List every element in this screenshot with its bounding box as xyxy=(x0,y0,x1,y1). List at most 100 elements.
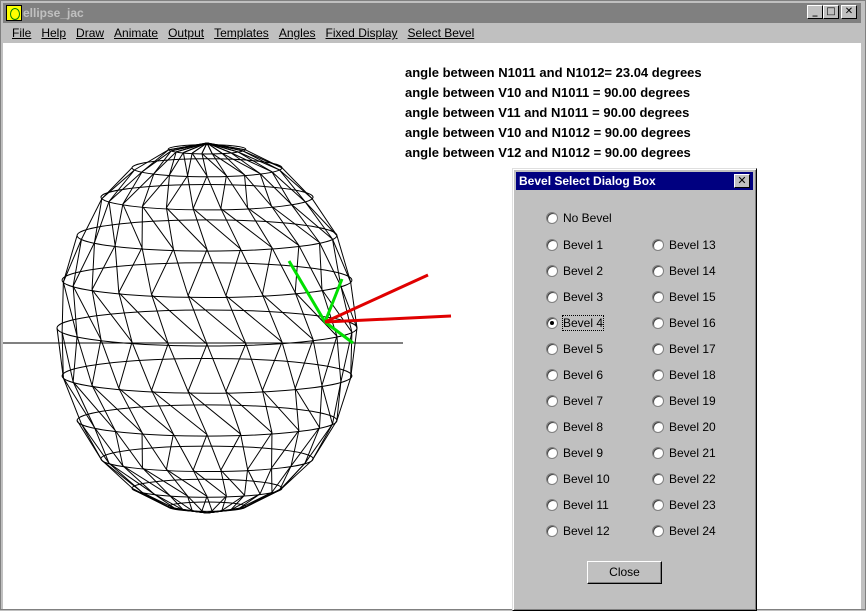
radio-circle[interactable] xyxy=(546,421,558,433)
mesh-line xyxy=(183,153,187,176)
radio-bevel-8[interactable]: Bevel 8 xyxy=(546,419,603,435)
radio-bevel-20[interactable]: Bevel 20 xyxy=(652,419,716,435)
radio-circle[interactable] xyxy=(546,395,558,407)
radio-no-bevel[interactable]: No Bevel xyxy=(546,210,612,226)
radio-circle[interactable] xyxy=(652,473,664,485)
mesh-line xyxy=(152,344,169,391)
mesh-line xyxy=(295,245,299,292)
radio-circle[interactable] xyxy=(652,369,664,381)
radio-bevel-21[interactable]: Bevel 21 xyxy=(652,445,716,461)
radio-bevel-22[interactable]: Bevel 22 xyxy=(652,471,716,487)
mesh-line xyxy=(119,388,174,434)
menu-help[interactable]: Help xyxy=(41,26,66,40)
mesh-line xyxy=(226,176,247,208)
title-bar[interactable]: ellipse_jac _ □ ✕ xyxy=(3,3,861,23)
radio-circle[interactable] xyxy=(546,369,558,381)
mesh-line xyxy=(92,385,142,432)
radio-circle[interactable] xyxy=(652,265,664,277)
mesh-line xyxy=(119,293,168,344)
mesh-line xyxy=(305,202,337,236)
radio-bevel-2[interactable]: Bevel 2 xyxy=(546,263,603,279)
menu-fixed-display[interactable]: Fixed Display xyxy=(326,26,398,40)
menu-draw[interactable]: Draw xyxy=(76,26,104,40)
radio-bevel-12[interactable]: Bevel 12 xyxy=(546,523,610,539)
mesh-line xyxy=(142,468,169,495)
dialog-close-button[interactable]: Close xyxy=(587,561,662,584)
radio-bevel-18[interactable]: Bevel 18 xyxy=(652,367,716,383)
mesh-line xyxy=(320,243,322,290)
mesh-line xyxy=(260,174,272,207)
radio-circle[interactable] xyxy=(546,265,558,277)
menu-output[interactable]: Output xyxy=(168,26,204,40)
radio-circle[interactable] xyxy=(652,317,664,329)
radio-circle[interactable] xyxy=(546,212,558,224)
app-icon[interactable] xyxy=(6,5,22,21)
menu-angles[interactable]: Angles xyxy=(279,26,316,40)
mesh-line xyxy=(188,153,193,175)
radio-bevel-15[interactable]: Bevel 15 xyxy=(652,289,716,305)
radio-bevel-13[interactable]: Bevel 13 xyxy=(652,237,716,253)
dialog-title: Bevel Select Dialog Box xyxy=(519,174,656,188)
mesh-line xyxy=(119,342,132,388)
angle-line-5: angle between V12 and N1012 = 90.00 degr… xyxy=(405,143,702,163)
mesh-line xyxy=(313,339,322,385)
radio-bevel-6[interactable]: Bevel 6 xyxy=(546,367,603,383)
radio-bevel-5[interactable]: Bevel 5 xyxy=(546,341,603,357)
radio-circle[interactable] xyxy=(652,239,664,251)
radio-bevel-19[interactable]: Bevel 19 xyxy=(652,393,716,409)
mesh-line xyxy=(168,344,188,392)
radio-bevel-16[interactable]: Bevel 16 xyxy=(652,315,716,331)
radio-bevel-4[interactable]: Bevel 4 xyxy=(546,315,603,331)
radio-bevel-1[interactable]: Bevel 1 xyxy=(546,237,603,253)
radio-circle[interactable] xyxy=(546,239,558,251)
radio-bevel-11[interactable]: Bevel 11 xyxy=(546,497,609,513)
radio-circle[interactable] xyxy=(546,473,558,485)
radio-bevel-9[interactable]: Bevel 9 xyxy=(546,445,603,461)
radio-circle[interactable] xyxy=(652,499,664,511)
radio-circle[interactable] xyxy=(652,447,664,459)
radio-circle[interactable] xyxy=(652,421,664,433)
radio-circle[interactable] xyxy=(652,291,664,303)
radio-circle[interactable] xyxy=(546,447,558,459)
mesh-line xyxy=(221,209,241,250)
dialog-title-bar[interactable]: Bevel Select Dialog Box ✕ xyxy=(516,172,753,190)
radio-circle[interactable] xyxy=(546,499,558,511)
close-button[interactable]: ✕ xyxy=(841,5,857,19)
mesh-line xyxy=(193,176,207,209)
radio-bevel-7[interactable]: Bevel 7 xyxy=(546,393,603,409)
mesh-line xyxy=(226,249,241,296)
mesh-line xyxy=(62,282,63,332)
radio-bevel-10[interactable]: Bevel 10 xyxy=(546,471,610,487)
radio-bevel-3[interactable]: Bevel 3 xyxy=(546,289,603,305)
mesh-line xyxy=(188,296,246,344)
menu-animate[interactable]: Animate xyxy=(114,26,158,40)
radio-label: Bevel 23 xyxy=(669,498,716,512)
radio-circle[interactable] xyxy=(546,291,558,303)
radio-bevel-17[interactable]: Bevel 17 xyxy=(652,341,716,357)
radio-circle[interactable] xyxy=(652,525,664,537)
radio-circle[interactable] xyxy=(652,395,664,407)
dialog-close-icon[interactable]: ✕ xyxy=(734,174,750,188)
radio-bevel-14[interactable]: Bevel 14 xyxy=(652,263,716,279)
menu-file[interactable]: File xyxy=(12,26,31,40)
radio-circle[interactable] xyxy=(652,343,664,355)
mesh-line xyxy=(132,342,152,390)
menu-select-bevel[interactable]: Select Bevel xyxy=(408,26,475,40)
radio-circle[interactable] xyxy=(546,343,558,355)
minimize-button[interactable]: _ xyxy=(807,5,823,19)
radio-circle[interactable] xyxy=(546,525,558,537)
mesh-line xyxy=(238,152,280,170)
radio-bevel-24[interactable]: Bevel 24 xyxy=(652,523,716,539)
radio-label: Bevel 15 xyxy=(669,290,716,304)
mesh-line xyxy=(101,446,313,471)
radio-label: Bevel 21 xyxy=(669,446,716,460)
mesh-line xyxy=(63,239,81,282)
radio-label: Bevel 10 xyxy=(563,472,610,486)
radio-circle[interactable] xyxy=(546,317,558,329)
menu-templates[interactable]: Templates xyxy=(214,26,269,40)
mesh-line xyxy=(63,378,81,424)
mesh-line xyxy=(166,176,187,208)
radio-label: Bevel 1 xyxy=(563,238,603,252)
radio-bevel-23[interactable]: Bevel 23 xyxy=(652,497,716,513)
maximize-button[interactable]: □ xyxy=(823,5,839,19)
